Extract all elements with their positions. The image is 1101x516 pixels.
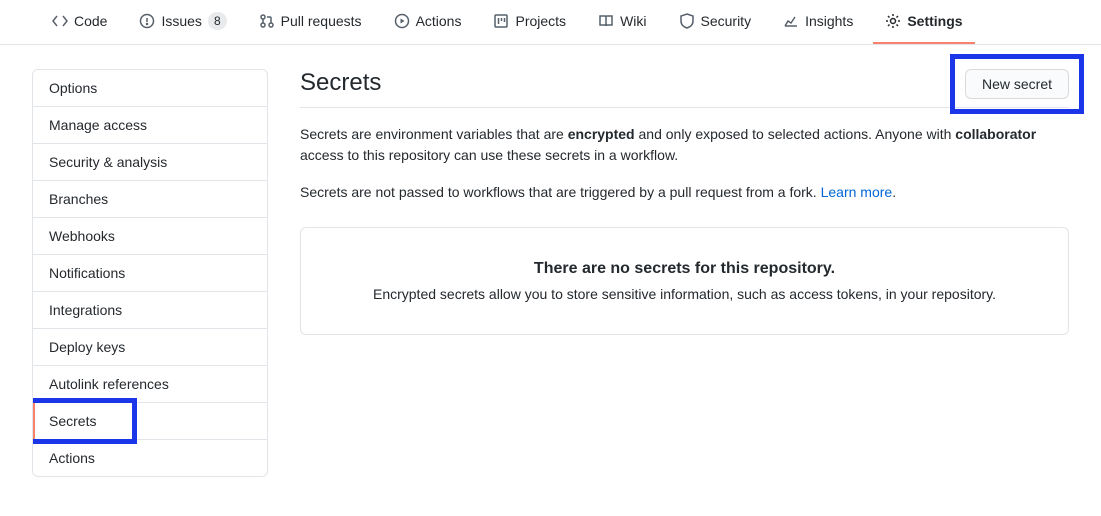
tab-label: Wiki [620,13,646,29]
graph-icon [783,13,799,29]
sidebar-item-manage-access[interactable]: Manage access [33,107,267,144]
tab-insights[interactable]: Insights [771,1,865,43]
tab-label: Projects [515,13,566,29]
sidebar-item-webhooks[interactable]: Webhooks [33,218,267,255]
sidebar-item-branches[interactable]: Branches [33,181,267,218]
sidebar-item-label: Webhooks [49,228,115,244]
empty-title: There are no secrets for this repository… [333,260,1036,278]
tab-label: Security [701,13,752,29]
description-2: Secrets are not passed to workflows that… [300,182,1069,203]
tab-actions[interactable]: Actions [382,1,474,43]
sidebar-item-label: Notifications [49,265,125,281]
tab-wiki[interactable]: Wiki [586,1,658,43]
sidebar-list: Options Manage access Security & analysis B… [32,69,268,477]
description-1: Secrets are environment variables that a… [300,124,1069,166]
sidebar-item-secrets[interactable]: Secrets [33,403,267,440]
sidebar-item-options[interactable]: Options [33,70,267,107]
repo-nav: Code Issues 8 Pull requests Actions Proj… [0,0,1101,45]
sidebar-item-deploy-keys[interactable]: Deploy keys [33,329,267,366]
sidebar-item-autolink-references[interactable]: Autolink references [33,366,267,403]
tab-label: Insights [805,13,853,29]
tab-issues[interactable]: Issues 8 [127,0,238,44]
sidebar-item-label: Deploy keys [49,339,125,355]
tab-projects[interactable]: Projects [481,1,578,43]
projects-icon [493,13,509,29]
empty-state: There are no secrets for this repository… [300,227,1069,335]
tab-label: Actions [416,13,462,29]
tab-label: Issues [161,13,201,29]
play-icon [394,13,410,29]
sidebar-item-notifications[interactable]: Notifications [33,255,267,292]
empty-subtitle: Encrypted secrets allow you to store sen… [333,286,1036,302]
sidebar-item-label: Branches [49,191,108,207]
book-icon [598,13,614,29]
page-title: Secrets [300,69,381,97]
tab-label: Settings [907,13,962,29]
code-icon [52,13,68,29]
tab-code[interactable]: Code [40,1,119,43]
subhead: Secrets New secret [300,69,1069,108]
sidebar-item-security-analysis[interactable]: Security & analysis [33,144,267,181]
sidebar-item-label: Manage access [49,117,147,133]
sidebar-item-label: Secrets [49,413,96,429]
learn-more-link[interactable]: Learn more [821,184,893,200]
gear-icon [885,13,901,29]
tab-security[interactable]: Security [667,1,764,43]
new-secret-button[interactable]: New secret [965,69,1069,99]
tab-settings[interactable]: Settings [873,1,974,43]
sidebar-item-label: Autolink references [49,376,169,392]
main: Secrets New secret Secrets are environme… [300,69,1069,477]
issues-count: 8 [208,12,227,30]
sidebar-item-label: Actions [49,450,95,466]
sidebar-item-integrations[interactable]: Integrations [33,292,267,329]
issue-icon [139,13,155,29]
sidebar-item-label: Security & analysis [49,154,167,170]
tab-label: Code [74,13,107,29]
tab-label: Pull requests [281,13,362,29]
pull-request-icon [259,13,275,29]
content: Options Manage access Security & analysis B… [0,45,1101,501]
sidebar-item-label: Integrations [49,302,122,318]
settings-sidebar: Options Manage access Security & analysis B… [32,69,268,477]
tab-pulls[interactable]: Pull requests [247,1,374,43]
shield-icon [679,13,695,29]
sidebar-item-actions[interactable]: Actions [33,440,267,476]
sidebar-item-label: Options [49,80,97,96]
